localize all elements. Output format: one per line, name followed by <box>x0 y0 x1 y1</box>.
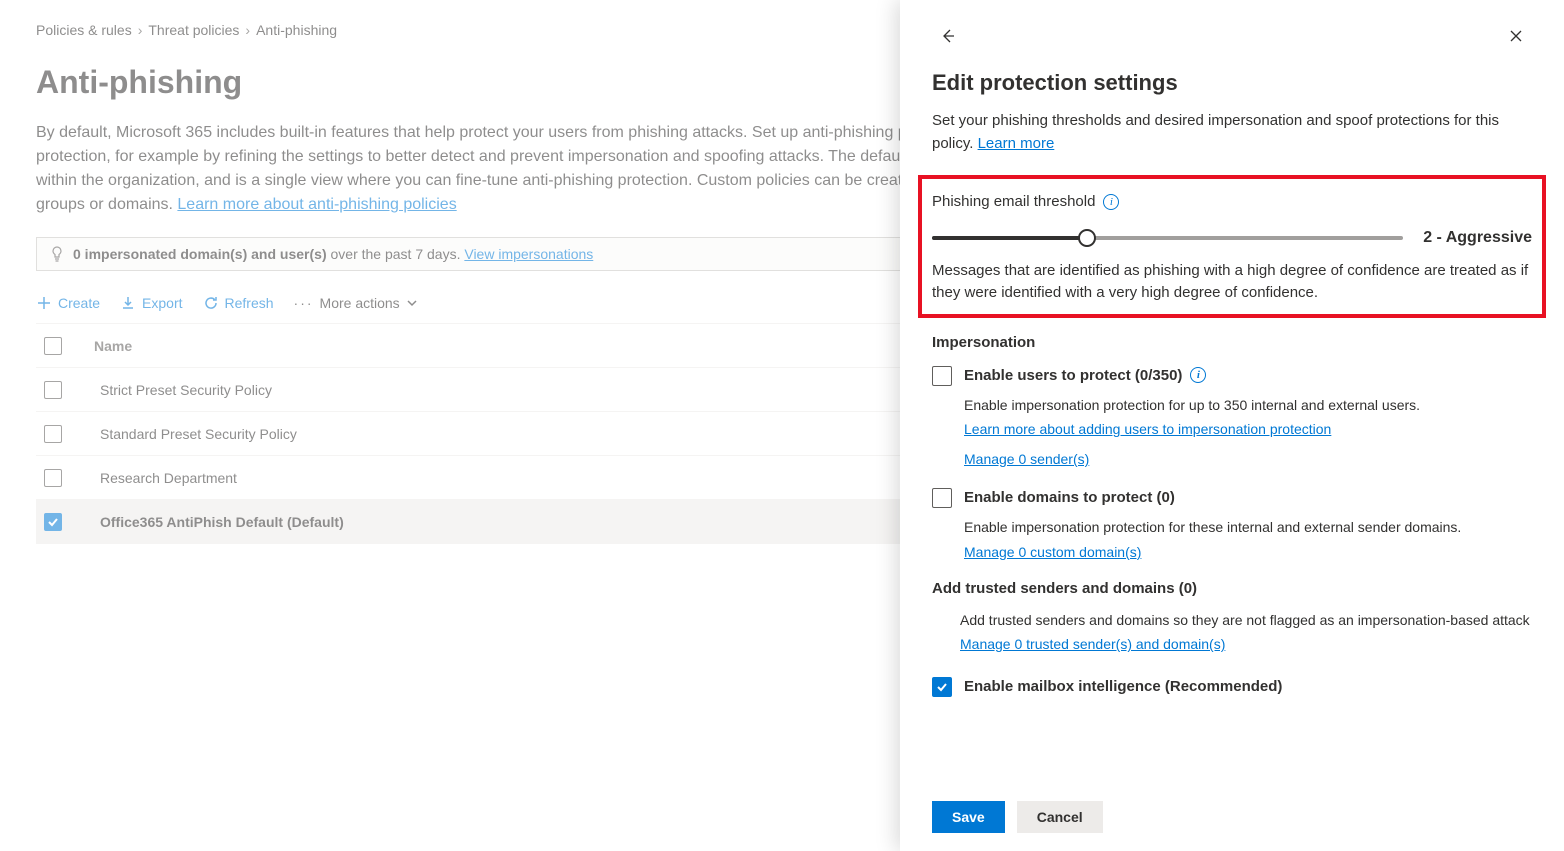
info-icon[interactable]: i <box>1190 367 1206 383</box>
chevron-right-icon: › <box>138 22 143 38</box>
row-checkbox[interactable] <box>44 469 62 487</box>
info-icon[interactable]: i <box>1103 194 1119 210</box>
learn-more-link[interactable]: Learn more about anti-phishing policies <box>177 196 456 213</box>
users-learn-more-link[interactable]: Learn more about adding users to imperso… <box>964 421 1331 437</box>
slider-thumb[interactable] <box>1078 229 1096 247</box>
enable-users-label: Enable users to protect (0/350) i <box>964 365 1206 386</box>
enable-domains-label: Enable domains to protect (0) <box>964 487 1175 508</box>
enable-domains-checkbox[interactable] <box>932 488 952 508</box>
breadcrumb-item-policies[interactable]: Policies & rules <box>36 22 132 38</box>
plus-icon <box>36 295 52 311</box>
threshold-slider[interactable] <box>932 228 1403 248</box>
select-all-checkbox[interactable] <box>44 337 62 355</box>
refresh-icon <box>203 295 219 311</box>
trusted-desc: Add trusted senders and domains so they … <box>960 611 1532 631</box>
trusted-heading: Add trusted senders and domains (0) <box>932 580 1532 597</box>
mailbox-intel-label: Enable mailbox intelligence (Recommended… <box>964 676 1282 697</box>
close-icon <box>1508 28 1524 44</box>
enable-domains-desc: Enable impersonation protection for thes… <box>964 518 1532 538</box>
panel-title: Edit protection settings <box>932 70 1532 96</box>
download-icon <box>120 295 136 311</box>
edit-protection-panel: Edit protection settings Set your phishi… <box>900 0 1564 851</box>
more-actions-button[interactable]: ··· More actions <box>294 295 418 311</box>
chevron-right-icon: › <box>245 22 250 38</box>
threshold-desc: Messages that are identified as phishing… <box>932 260 1532 304</box>
impersonation-heading: Impersonation <box>932 334 1532 351</box>
threshold-highlight: Phishing email threshold i 2 - Aggressiv… <box>918 175 1546 318</box>
threshold-label: Phishing email threshold i <box>932 193 1532 210</box>
banner-text: over the past 7 days. <box>327 246 465 262</box>
manage-trusted-link[interactable]: Manage 0 trusted sender(s) and domain(s) <box>960 636 1225 652</box>
enable-users-checkbox[interactable] <box>932 366 952 386</box>
panel-description: Set your phishing thresholds and desired… <box>932 110 1532 155</box>
threshold-value: 2 - Aggressive <box>1423 229 1532 247</box>
more-icon: ··· <box>294 295 314 311</box>
create-button[interactable]: Create <box>36 295 100 311</box>
panel-footer: Save Cancel <box>900 789 1564 851</box>
chevron-down-icon <box>406 297 418 309</box>
row-checkbox[interactable] <box>44 513 62 531</box>
back-button[interactable] <box>932 20 964 52</box>
cancel-button[interactable]: Cancel <box>1017 801 1103 833</box>
refresh-button[interactable]: Refresh <box>203 295 274 311</box>
save-button[interactable]: Save <box>932 801 1005 833</box>
arrow-left-icon <box>940 28 956 44</box>
mailbox-intel-checkbox[interactable] <box>932 677 952 697</box>
lightbulb-icon <box>49 246 65 262</box>
manage-domains-link[interactable]: Manage 0 custom domain(s) <box>964 544 1141 560</box>
breadcrumb-item-current: Anti-phishing <box>256 22 337 38</box>
view-impersonations-link[interactable]: View impersonations <box>464 246 593 262</box>
row-checkbox[interactable] <box>44 425 62 443</box>
panel-learn-more-link[interactable]: Learn more <box>978 135 1055 152</box>
manage-senders-link[interactable]: Manage 0 sender(s) <box>964 451 1089 467</box>
enable-users-desc: Enable impersonation protection for up t… <box>964 396 1532 416</box>
breadcrumb-item-threat[interactable]: Threat policies <box>148 22 239 38</box>
check-icon <box>936 681 948 693</box>
banner-bold: 0 impersonated domain(s) and user(s) <box>73 246 327 262</box>
close-button[interactable] <box>1500 20 1532 52</box>
export-button[interactable]: Export <box>120 295 182 311</box>
row-checkbox[interactable] <box>44 381 62 399</box>
